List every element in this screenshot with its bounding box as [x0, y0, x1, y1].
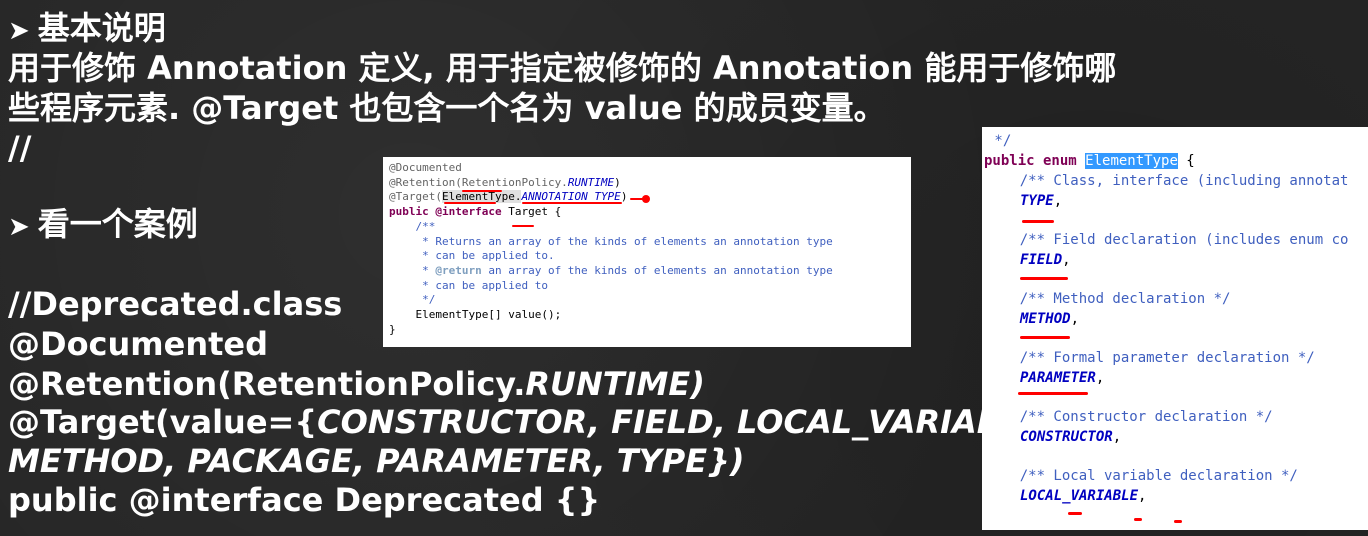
enum-constant-line: TYPE,	[1020, 192, 1062, 212]
red-underline-mark	[1022, 220, 1054, 223]
enum-constant-name: METHOD	[1020, 311, 1071, 327]
enum-separator: ,	[1053, 193, 1063, 209]
description-line-1: 用于修饰 Annotation 定义, 用于指定被修饰的 Annotation …	[8, 49, 1117, 87]
arrow-bullet-icon: ➤	[8, 212, 30, 242]
red-underline-mark	[1134, 518, 1142, 521]
code-line-documented: @Documented	[8, 325, 269, 363]
red-arrow-mark	[642, 195, 650, 203]
source-line: public enum ElementType {	[984, 153, 1195, 169]
enum-separator: ,	[1138, 488, 1147, 504]
source-line: */	[389, 293, 436, 307]
description-line-2: 些程序元素. @Target 也包含一个名为 value 的成员变量。	[8, 89, 886, 127]
heading-example: ➤ 看一个案例	[8, 205, 198, 243]
enum-constant-name: CONSTRUCTOR	[1020, 429, 1113, 445]
red-underline-mark	[444, 202, 496, 204]
enum-constant-line: PARAMETER,	[1020, 369, 1104, 389]
enum-comment-line: /** Formal parameter declaration */	[986, 350, 1315, 366]
source-line: @Documented	[389, 161, 462, 174]
enum-constant-line: FIELD,	[1020, 251, 1071, 271]
enum-comment-line: /** Field declaration (includes enum co	[986, 232, 1349, 248]
enum-comment-line: /** Local variable declaration */	[986, 468, 1298, 484]
enum-constant-name: TYPE	[1020, 193, 1054, 209]
red-underline-mark	[522, 202, 622, 204]
source-line: /**	[389, 219, 436, 233]
enum-separator: ,	[1062, 252, 1071, 268]
enum-comment-line: /** Method declaration */	[986, 291, 1231, 307]
enum-constant-line: CONSTRUCTOR,	[1020, 428, 1121, 448]
element-type-source-panel: */ public enum ElementType { /** Class, …	[982, 127, 1368, 530]
source-line: * Returns an array of the kinds of eleme…	[389, 234, 833, 248]
comment-slashes: //	[8, 129, 32, 167]
red-underline-mark	[1020, 336, 1070, 339]
red-underline-mark	[1018, 392, 1088, 395]
source-line: * can be applied to	[389, 278, 548, 292]
heading-basic-description: ➤ 基本说明	[8, 9, 166, 47]
enum-separator: ,	[1070, 311, 1080, 327]
code-line-target-values: METHOD, PACKAGE, PARAMETER, TYPE})	[8, 442, 745, 480]
source-line: * can be applied to.	[389, 249, 555, 263]
red-underline-mark	[462, 190, 502, 192]
source-line: public @interface Target {	[389, 205, 562, 219]
red-underline-mark	[1174, 520, 1182, 523]
code-line-interface: public @interface Deprecated {}	[8, 481, 601, 519]
enum-constant-line: METHOD,	[1020, 310, 1079, 330]
code-line-comment: //Deprecated.class	[8, 285, 343, 323]
source-line: ElementType[] value();	[389, 308, 562, 322]
red-underline-mark	[1068, 512, 1082, 515]
code-line-retention: @Retention(RetentionPolicy.RUNTIME)	[8, 365, 705, 403]
source-line: * @return an array of the kinds of eleme…	[389, 263, 833, 277]
enum-constant-name: FIELD	[1020, 252, 1063, 268]
enum-constant-name: PARAMETER	[1020, 370, 1096, 386]
enum-separator: ,	[1112, 429, 1122, 445]
source-line: @Retention(RetentionPolicy.RUNTIME)	[389, 175, 621, 189]
enum-comment-line: /** Constructor declaration */	[986, 409, 1273, 425]
arrow-bullet-icon: ➤	[8, 16, 30, 46]
red-underline-mark	[512, 225, 534, 227]
enum-constant-line: LOCAL_VARIABLE,	[1020, 487, 1146, 507]
source-line: }	[389, 322, 396, 336]
enum-separator: ,	[1095, 370, 1105, 386]
enum-comment-line: /** Class, interface (including annotat	[986, 173, 1349, 189]
target-source-panel: @Documented @Retention(RetentionPolicy.R…	[383, 157, 911, 347]
code-line-target: @Target(value={CONSTRUCTOR, FIELD, LOCAL…	[8, 403, 1056, 441]
enum-constant-name: LOCAL_VARIABLE	[1020, 488, 1139, 504]
source-line: */	[986, 133, 1012, 149]
red-underline-mark	[1020, 277, 1068, 280]
